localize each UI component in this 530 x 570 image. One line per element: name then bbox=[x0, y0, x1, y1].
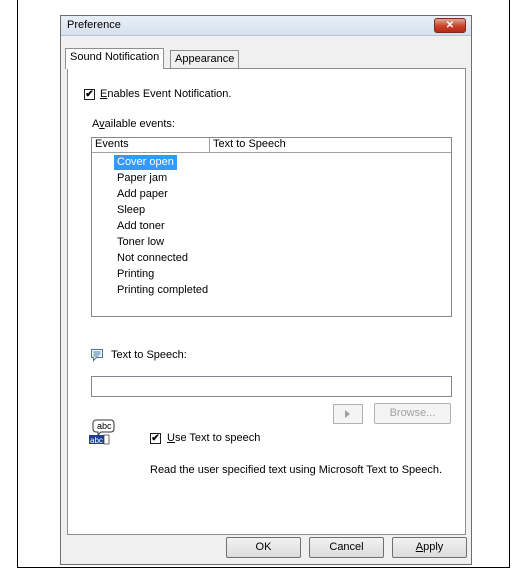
sound-notification-panel: ✔ Enables Event Notification. Available … bbox=[67, 68, 466, 535]
use-text-to-speech-checkbox[interactable]: ✔ bbox=[150, 433, 161, 444]
events-listview[interactable]: Events Text to Speech Cover open Paper j… bbox=[91, 137, 452, 317]
tab-sound-notification[interactable]: Sound Notification bbox=[65, 48, 165, 69]
browse-button[interactable]: Browse... bbox=[374, 403, 451, 424]
ok-button[interactable]: OK bbox=[226, 537, 301, 558]
close-button[interactable]: ✕ bbox=[434, 18, 466, 33]
available-events-label: Available events: bbox=[92, 118, 175, 130]
close-icon: ✕ bbox=[445, 20, 455, 31]
play-icon bbox=[345, 410, 350, 418]
column-header-text-to-speech[interactable]: Text to Speech bbox=[210, 138, 450, 152]
apply-button-label: Apply bbox=[415, 541, 444, 553]
title-bar: Preference ✕ bbox=[61, 16, 471, 36]
cancel-button[interactable]: Cancel bbox=[309, 537, 384, 558]
events-list-header: Events Text to Speech bbox=[92, 138, 451, 153]
use-text-to-speech-label[interactable]: Use Text to speech bbox=[167, 432, 260, 444]
dialog-title: Preference bbox=[67, 19, 121, 31]
browse-button-label: Browse... bbox=[389, 407, 436, 419]
play-button[interactable] bbox=[333, 404, 363, 424]
enable-event-notification-checkbox[interactable]: ✔ bbox=[84, 89, 95, 100]
tts-description: Read the user specified text using Micro… bbox=[150, 464, 443, 476]
list-item[interactable]: Printing completed bbox=[114, 283, 211, 298]
ok-button-label: OK bbox=[255, 541, 272, 553]
text-to-speech-label: Text to Speech: bbox=[111, 349, 187, 361]
abc-icon-top-text: abc bbox=[97, 421, 112, 431]
enable-event-notification-label[interactable]: Enables Event Notification. bbox=[100, 88, 231, 100]
list-item[interactable]: Sleep bbox=[114, 203, 148, 218]
list-item[interactable]: Not connected bbox=[114, 251, 191, 266]
preference-dialog: Preference ✕ Sound Notification Appearan… bbox=[60, 15, 472, 565]
text-to-speech-input[interactable] bbox=[91, 376, 452, 397]
list-item[interactable]: Add paper bbox=[114, 187, 171, 202]
cancel-button-label: Cancel bbox=[329, 541, 364, 553]
speech-bubble-icon bbox=[90, 348, 104, 365]
tab-label: Sound Notification bbox=[70, 51, 160, 63]
list-item[interactable]: Add toner bbox=[114, 219, 168, 234]
list-item[interactable]: Toner low bbox=[114, 235, 167, 250]
apply-button[interactable]: Apply bbox=[392, 537, 467, 558]
abc-icon-bottom-text: abc bbox=[90, 436, 103, 445]
tab-appearance[interactable]: Appearance bbox=[170, 50, 240, 68]
column-header-events[interactable]: Events bbox=[92, 138, 210, 152]
list-item[interactable]: Cover open bbox=[114, 155, 177, 170]
list-item[interactable]: Paper jam bbox=[114, 171, 170, 186]
tab-label: Appearance bbox=[175, 53, 235, 65]
text-to-speech-abc-icon: abc abc bbox=[88, 419, 118, 445]
list-item[interactable]: Printing bbox=[114, 267, 157, 282]
